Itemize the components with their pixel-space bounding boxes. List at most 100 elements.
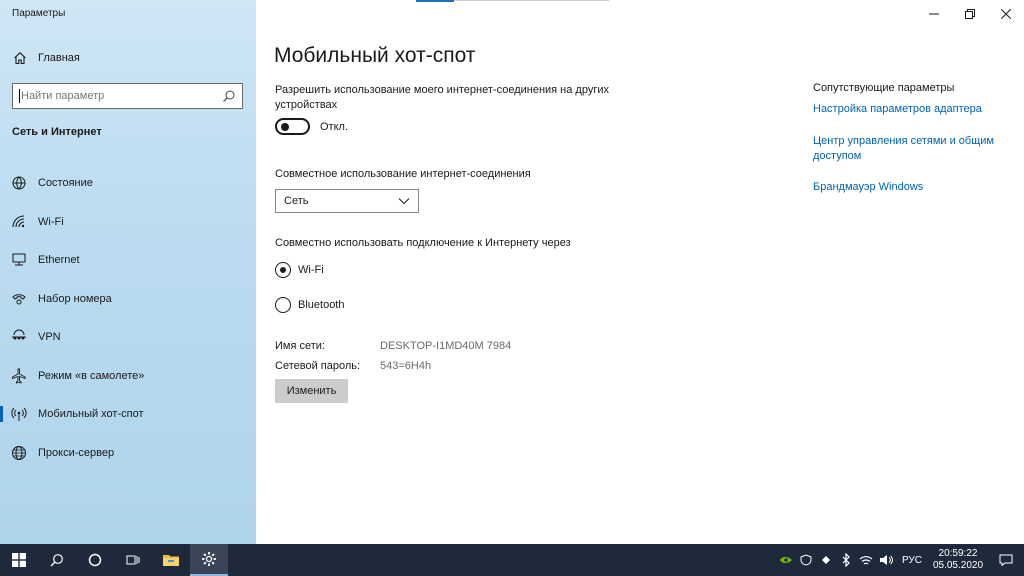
hotspot-toggle[interactable] bbox=[275, 118, 310, 135]
sidebar-nav: Состояние Wi-Fi Ethernet Набор номера VP… bbox=[0, 164, 256, 472]
notification-button[interactable] bbox=[988, 554, 1024, 566]
nvidia-icon bbox=[779, 557, 792, 563]
adapter-settings-link[interactable]: Настройка параметров адаптера bbox=[813, 102, 1013, 117]
tab-indicator bbox=[416, 0, 454, 2]
radio-bluetooth[interactable]: Bluetooth bbox=[275, 297, 344, 313]
close-button[interactable] bbox=[988, 0, 1024, 28]
hotspot-toggle-row: Откл. bbox=[275, 118, 348, 135]
sidebar-item-ethernet[interactable]: Ethernet bbox=[0, 241, 256, 280]
related-settings: Сопутствующие параметры Настройка параме… bbox=[813, 82, 1013, 195]
language-indicator[interactable]: РУС bbox=[902, 555, 922, 566]
taskbar: РУС 20:59:22 05.05.2020 bbox=[0, 544, 1024, 576]
vpn-icon bbox=[11, 329, 27, 345]
sidebar-item-vpn[interactable]: VPN bbox=[0, 318, 256, 357]
radio-button[interactable] bbox=[275, 297, 291, 313]
globe-icon bbox=[11, 445, 27, 461]
home-icon bbox=[13, 51, 27, 65]
sidebar-item-label: Прокси-сервер bbox=[38, 446, 115, 459]
related-title: Сопутствующие параметры bbox=[813, 82, 955, 94]
dialup-icon bbox=[11, 291, 27, 307]
search-icon bbox=[50, 554, 63, 567]
folder-icon bbox=[163, 555, 179, 566]
home-button[interactable]: Главная bbox=[0, 46, 256, 70]
notification-icon bbox=[999, 554, 1013, 566]
password-value: 543=6H4h bbox=[380, 360, 432, 372]
clock-time: 20:59:22 bbox=[938, 548, 978, 559]
minimize-icon bbox=[929, 13, 939, 15]
sidebar-item-wifi[interactable]: Wi-Fi bbox=[0, 203, 256, 242]
sidebar-item-status[interactable]: Состояние bbox=[0, 164, 256, 203]
task-view-button[interactable] bbox=[114, 544, 152, 576]
sidebar-item-proxy[interactable]: Прокси-сервер bbox=[0, 434, 256, 473]
text-cursor bbox=[19, 89, 20, 103]
search-box[interactable] bbox=[12, 83, 243, 109]
window-title: Параметры bbox=[12, 8, 66, 19]
network-name-label: Имя сети: bbox=[275, 340, 325, 352]
radio-button[interactable] bbox=[275, 262, 291, 278]
restore-icon bbox=[965, 9, 975, 19]
sidebar-item-airplane[interactable]: Режим «в самолете» bbox=[0, 357, 256, 396]
sidebar: Параметры Главная Сеть и Интернет Состоя… bbox=[0, 0, 256, 544]
volume-icon bbox=[879, 555, 893, 565]
radio-wifi[interactable]: Wi-Fi bbox=[275, 262, 324, 278]
sidebar-item-dialup[interactable]: Набор номера bbox=[0, 280, 256, 319]
firewall-link[interactable]: Брандмауэр Windows bbox=[813, 180, 1013, 195]
cortana-button[interactable] bbox=[76, 544, 114, 576]
password-label: Сетевой пароль: bbox=[275, 360, 361, 372]
share-description: Разрешить использование моего интернет-с… bbox=[275, 84, 609, 111]
share-connection-value: Сеть bbox=[284, 195, 309, 207]
clock-date: 05.05.2020 bbox=[932, 560, 984, 571]
minimize-button[interactable] bbox=[916, 0, 952, 28]
radio-label: Bluetooth bbox=[298, 299, 345, 311]
task-view-icon bbox=[126, 555, 140, 565]
sidebar-item-label: Ethernet bbox=[38, 254, 80, 267]
tab-divider bbox=[454, 0, 609, 1]
network-name-value: DESKTOP-I1MD40M 7984 bbox=[380, 340, 512, 352]
sidebar-item-hotspot[interactable]: Мобильный хот-спот bbox=[0, 395, 256, 434]
bluetooth-icon bbox=[842, 553, 850, 567]
hotspot-tray-item[interactable] bbox=[856, 544, 876, 576]
airplane-icon bbox=[11, 368, 27, 384]
restore-button[interactable] bbox=[952, 0, 988, 28]
chevron-down-icon bbox=[398, 198, 410, 205]
change-button[interactable]: Изменить bbox=[275, 379, 348, 403]
search-icon[interactable] bbox=[222, 89, 236, 103]
wifi-icon bbox=[859, 556, 873, 565]
settings-taskbar-button[interactable] bbox=[190, 544, 228, 576]
sidebar-item-label: Состояние bbox=[38, 177, 93, 190]
sidebar-item-label: Мобильный хот-спот bbox=[38, 408, 144, 421]
sidebar-item-label: Набор номера bbox=[38, 292, 112, 305]
bluetooth-tray-item[interactable] bbox=[836, 544, 856, 576]
toggle-knob bbox=[281, 122, 289, 131]
gear-icon bbox=[202, 552, 216, 566]
home-label: Главная bbox=[38, 52, 80, 64]
usb-device-icon bbox=[821, 556, 830, 564]
search-input[interactable] bbox=[13, 90, 222, 102]
window-controls bbox=[916, 0, 1024, 28]
share-via-label: Совместно использовать подключение к Инт… bbox=[275, 237, 571, 249]
sidebar-item-label: VPN bbox=[38, 331, 61, 344]
sidebar-item-label: Режим «в самолете» bbox=[38, 369, 145, 382]
search-taskbar-button[interactable] bbox=[38, 544, 76, 576]
ethernet-icon bbox=[11, 252, 27, 268]
section-title: Сеть и Интернет bbox=[12, 126, 102, 138]
network-center-link[interactable]: Центр управления сетями и общим доступом bbox=[813, 134, 1013, 164]
status-icon bbox=[11, 175, 27, 191]
sidebar-item-label: Wi-Fi bbox=[38, 215, 64, 228]
volume-tray-item[interactable] bbox=[876, 544, 896, 576]
defender-tray-item[interactable] bbox=[796, 544, 816, 576]
share-connection-label: Совместное использование интернет-соедин… bbox=[275, 168, 531, 180]
page-title: Мобильный хот-спот bbox=[274, 44, 476, 67]
radio-label: Wi-Fi bbox=[298, 264, 324, 276]
nvidia-tray-item[interactable] bbox=[776, 544, 796, 576]
windows-icon bbox=[12, 553, 26, 567]
device-tray-item[interactable] bbox=[816, 544, 836, 576]
share-connection-select[interactable]: Сеть bbox=[275, 189, 419, 213]
file-explorer-button[interactable] bbox=[152, 544, 190, 576]
wifi-icon bbox=[11, 214, 27, 230]
hotspot-icon bbox=[11, 406, 27, 422]
cortana-icon bbox=[88, 553, 102, 567]
system-tray: РУС 20:59:22 05.05.2020 bbox=[776, 544, 1024, 576]
start-button[interactable] bbox=[0, 544, 38, 576]
clock[interactable]: 20:59:22 05.05.2020 bbox=[928, 548, 988, 572]
